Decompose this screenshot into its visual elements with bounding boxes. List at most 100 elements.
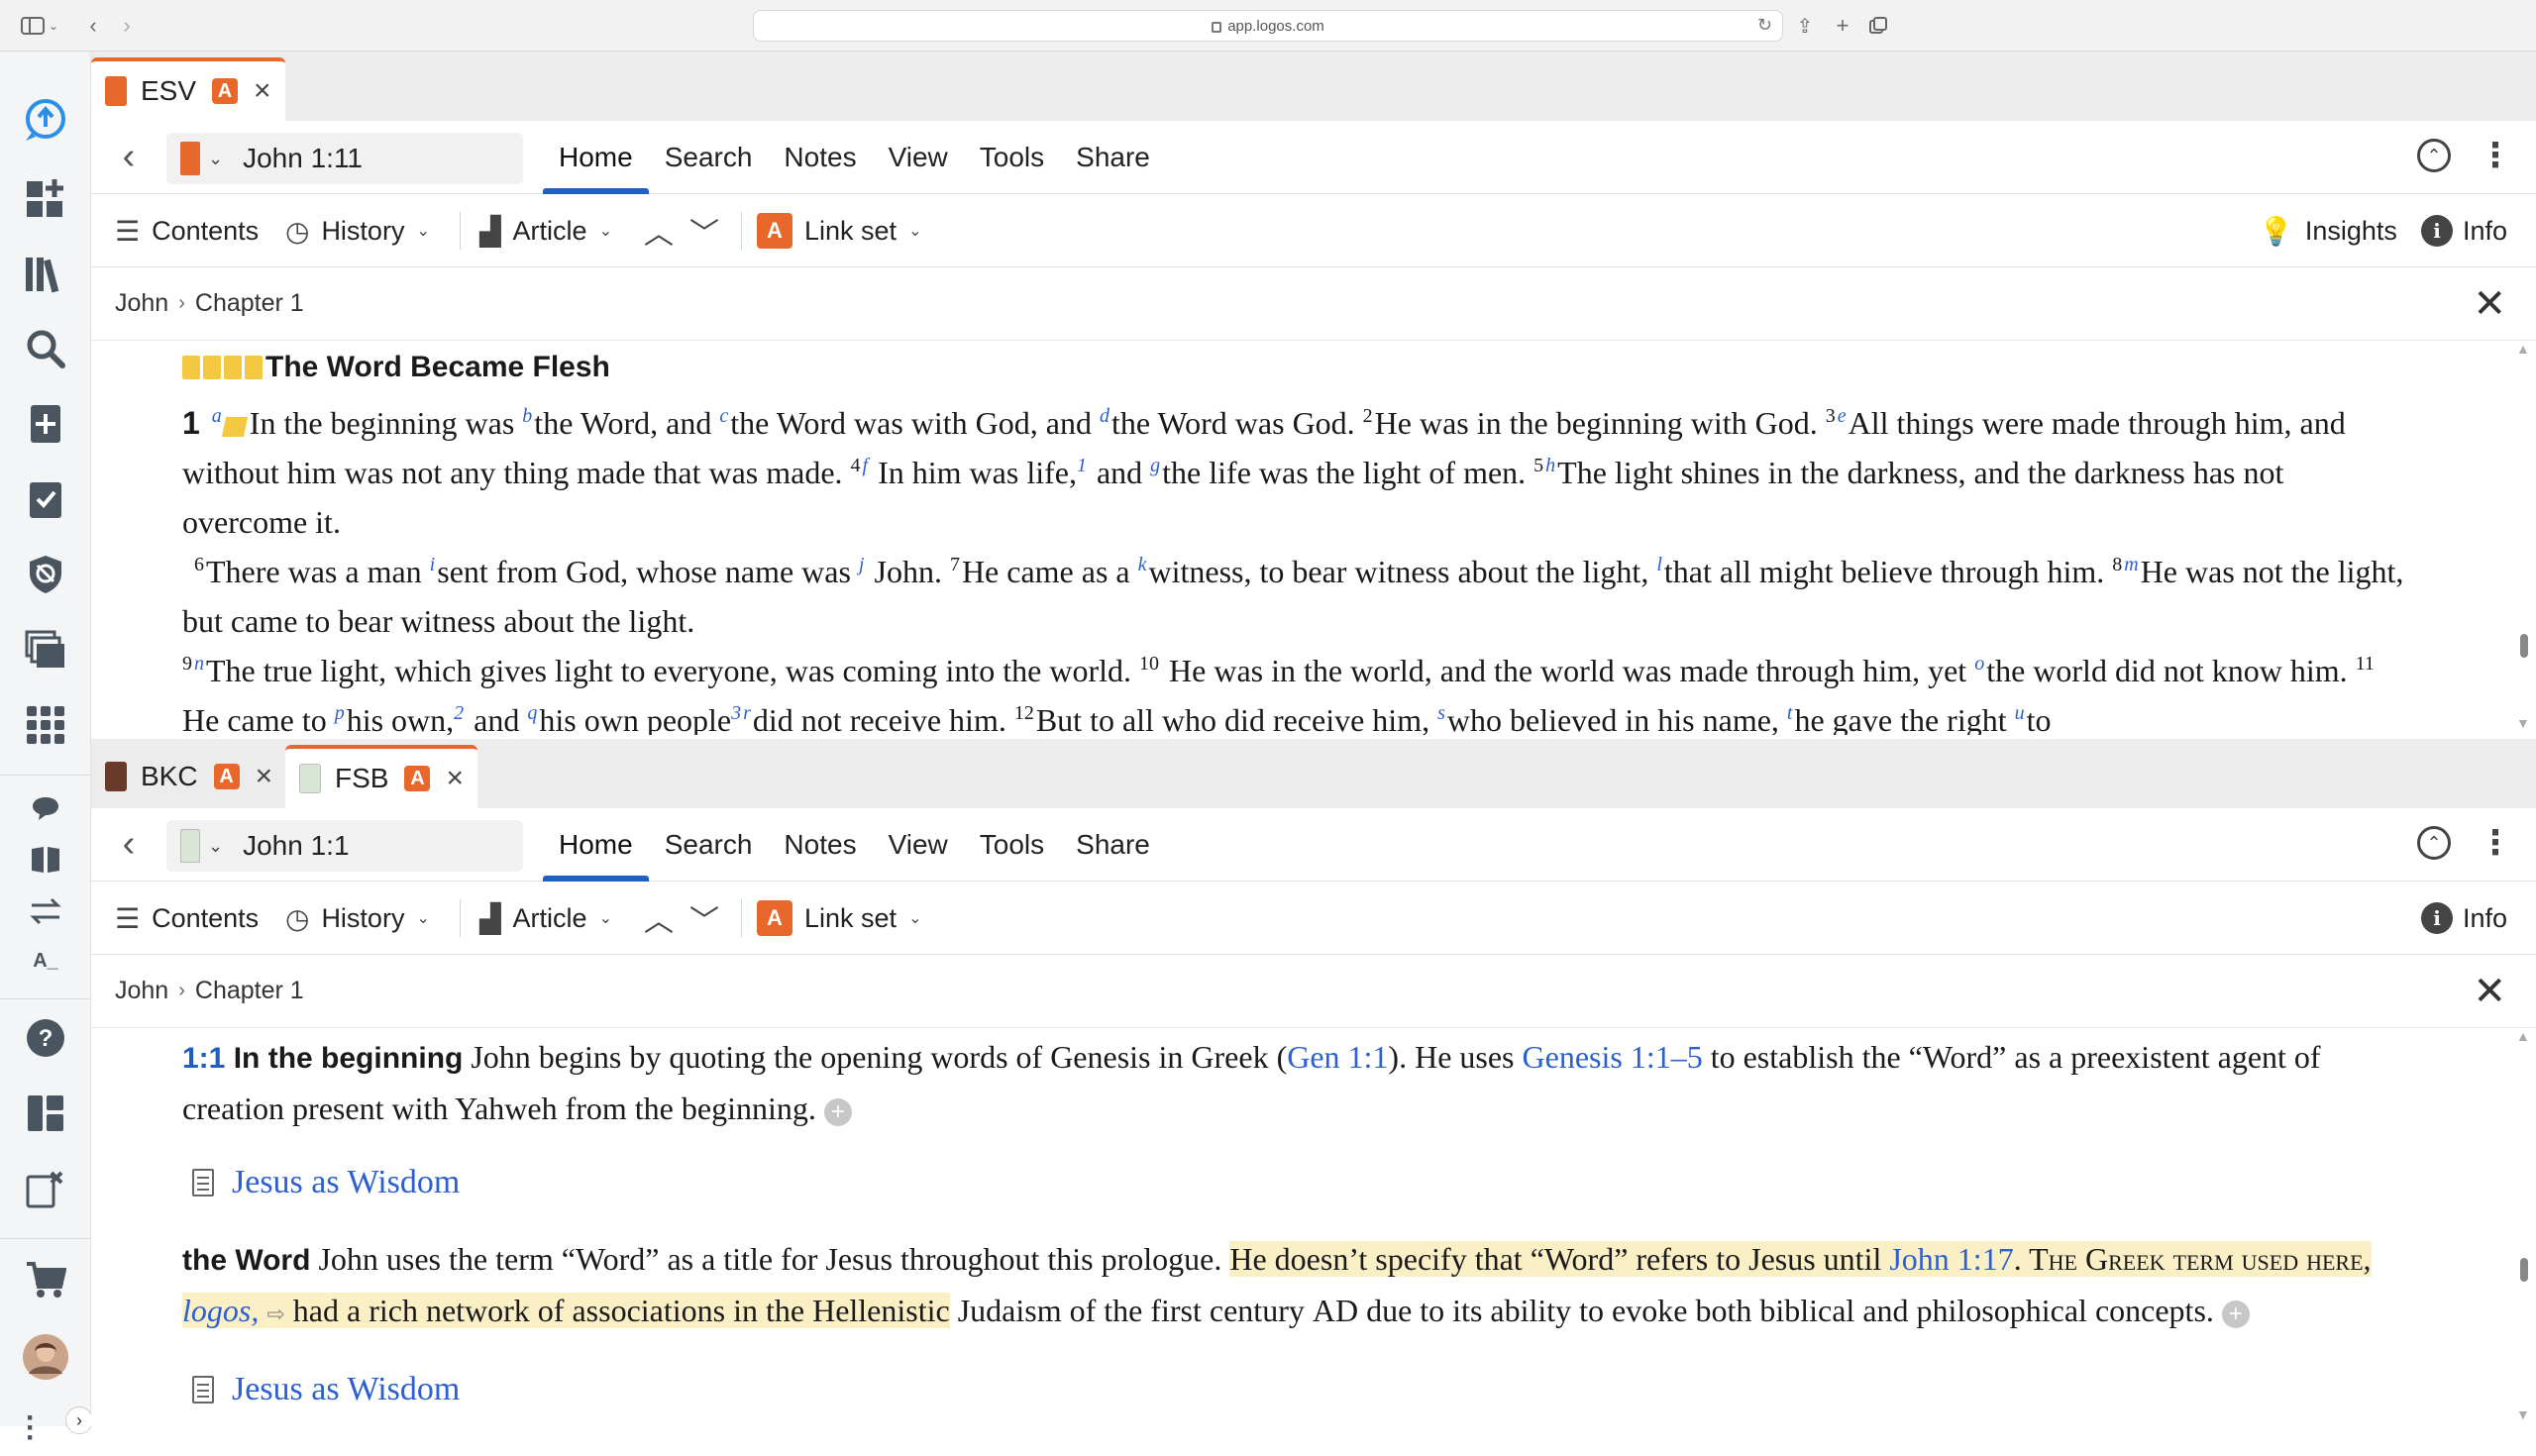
share-icon[interactable]: ⇪ (1793, 12, 1817, 40)
scroll-down-icon[interactable]: ▼ (2516, 715, 2530, 731)
link-set-button[interactable]: A Link set ⌄ (757, 194, 921, 267)
menu-tools[interactable]: Tools (964, 121, 1060, 194)
breadcrumb-book[interactable]: John (115, 289, 168, 318)
footnote-marker[interactable]: t (1787, 702, 1793, 724)
tab-bkc[interactable]: BKC A × (91, 745, 286, 808)
menu-view[interactable]: View (873, 808, 964, 882)
cart-icon[interactable] (18, 1252, 73, 1307)
footnote-marker[interactable]: s (1437, 702, 1445, 724)
history-button[interactable]: ◷ History ⌄ (285, 194, 430, 267)
scroll-thumb[interactable] (2520, 634, 2528, 658)
close-panels-icon[interactable] (18, 1161, 73, 1216)
verse-number[interactable]: 8 (2112, 554, 2122, 575)
footnote-marker[interactable]: h (1545, 455, 1555, 476)
more-vertical-icon[interactable]: ⋮ (2479, 139, 2512, 172)
tab-overview-icon[interactable] (1866, 12, 1890, 40)
footnote-marker[interactable]: p (335, 702, 345, 724)
xref-link[interactable]: Genesis 1:1–5 (1523, 1039, 1703, 1075)
menu-notes[interactable]: Notes (768, 121, 872, 194)
scrollbar[interactable]: ▲ ▼ (2512, 341, 2536, 735)
footnote-marker[interactable]: 2 (454, 702, 464, 724)
scrollbar[interactable]: ▲ ▼ (2512, 1028, 2536, 1426)
verse-number[interactable]: 5 (1533, 455, 1543, 476)
expand-plus-icon[interactable]: + (2221, 1300, 2250, 1328)
footnote-marker[interactable]: n (194, 653, 204, 675)
tab-fsb[interactable]: FSB A × (285, 745, 477, 808)
verse-number[interactable]: 6 (194, 554, 204, 575)
search-icon[interactable] (18, 321, 73, 376)
contents-button[interactable]: ☰ Contents (115, 882, 259, 955)
collapse-up-icon[interactable]: ⌃ (2417, 826, 2451, 860)
verse-number[interactable]: 9 (182, 653, 192, 675)
verse-number[interactable]: 3 (1826, 405, 1836, 427)
article-link[interactable]: Jesus as Wisdom (192, 1360, 2411, 1419)
open-book-icon[interactable] (18, 832, 73, 887)
more-icon[interactable]: · · · (16, 1401, 46, 1456)
close-icon[interactable]: × (256, 760, 273, 793)
footnote-marker[interactable]: f (863, 455, 869, 476)
xref-link[interactable]: John 1:17 (1889, 1241, 2014, 1277)
footnote-marker[interactable]: u (2015, 702, 2025, 724)
breadcrumb-book[interactable]: John (115, 977, 168, 1005)
reload-icon[interactable]: ↻ (1757, 15, 1772, 36)
menu-tools[interactable]: Tools (964, 808, 1060, 882)
article-link[interactable]: Jesus as Wisdom (192, 1153, 2411, 1212)
xref-link[interactable]: Gen 1:1 (1287, 1039, 1388, 1075)
scroll-thumb[interactable] (2520, 1258, 2528, 1282)
article-button[interactable]: ▟ Article ⌄ (479, 194, 612, 267)
text-size-icon[interactable]: A_ (18, 933, 73, 988)
footnote-marker[interactable]: 1 (1077, 455, 1087, 476)
footnote-marker[interactable]: j (859, 554, 865, 575)
layout-icon[interactable] (18, 1086, 73, 1141)
next-article-icon[interactable]: ﹀ (689, 194, 719, 267)
menu-share[interactable]: Share (1060, 121, 1166, 194)
tab-esv[interactable]: ESV A × (91, 57, 285, 121)
footnote-marker[interactable]: g (1150, 455, 1160, 476)
link-set-button[interactable]: A Link set ⌄ (757, 882, 921, 955)
menu-search[interactable]: Search (649, 808, 769, 882)
scroll-down-icon[interactable]: ▼ (2516, 1406, 2530, 1422)
footnote-marker[interactable]: l (1656, 554, 1662, 575)
footnote-marker[interactable]: a (212, 405, 222, 427)
logos-search-icon[interactable] (18, 93, 73, 149)
info-button[interactable]: i Info (2421, 194, 2507, 267)
footnote-marker[interactable]: o (1974, 653, 1984, 675)
prev-article-icon[interactable]: ︿ (644, 882, 674, 955)
layers-icon[interactable] (18, 622, 73, 677)
breadcrumb-chapter[interactable]: Chapter 1 (195, 977, 304, 1005)
close-icon[interactable]: × (254, 74, 271, 108)
browser-forward-icon[interactable]: › (113, 12, 141, 40)
add-doc-icon[interactable] (18, 396, 73, 452)
chevron-down-icon[interactable]: ⌄ (208, 149, 223, 169)
verse-number[interactable]: 10 (1139, 653, 1159, 675)
info-button[interactable]: i Info (2421, 882, 2507, 955)
verse-number[interactable]: 7 (950, 554, 960, 575)
article-button[interactable]: ▟ Article ⌄ (479, 882, 612, 955)
contents-button[interactable]: ☰ Contents (115, 194, 259, 267)
external-link-icon[interactable]: ⇨ (266, 1302, 284, 1327)
scroll-up-icon[interactable]: ▲ (2516, 341, 2530, 357)
menu-home[interactable]: Home (543, 121, 649, 194)
footnote-marker[interactable]: m (2124, 554, 2138, 575)
library-icon[interactable] (18, 246, 73, 301)
verse-number[interactable]: 12 (1014, 702, 1034, 724)
swap-arrows-icon[interactable] (18, 884, 73, 939)
checklist-icon[interactable] (18, 471, 73, 527)
scroll-up-icon[interactable]: ▲ (2516, 1028, 2530, 1044)
browser-back-icon[interactable]: ‹ (79, 12, 107, 40)
prev-article-icon[interactable]: ︿ (644, 194, 674, 267)
menu-home[interactable]: Home (543, 808, 649, 882)
footnote-marker[interactable]: b (522, 405, 532, 427)
menu-search[interactable]: Search (649, 121, 769, 194)
note-ref[interactable]: 1:1 (182, 1042, 225, 1075)
chat-bubble-icon[interactable] (18, 780, 73, 836)
verse-number[interactable]: 4 (851, 455, 861, 476)
breadcrumb-chapter[interactable]: Chapter 1 (195, 289, 304, 318)
verse-number[interactable]: 11 (2356, 653, 2375, 675)
more-vertical-icon[interactable]: ⋮ (2479, 826, 2512, 860)
collapse-up-icon[interactable]: ⌃ (2417, 139, 2451, 172)
insights-button[interactable]: 💡 Insights (2259, 194, 2397, 267)
shield-icon[interactable] (18, 547, 73, 602)
footnote-marker[interactable]: q (527, 702, 537, 724)
next-article-icon[interactable]: ﹀ (689, 882, 719, 955)
